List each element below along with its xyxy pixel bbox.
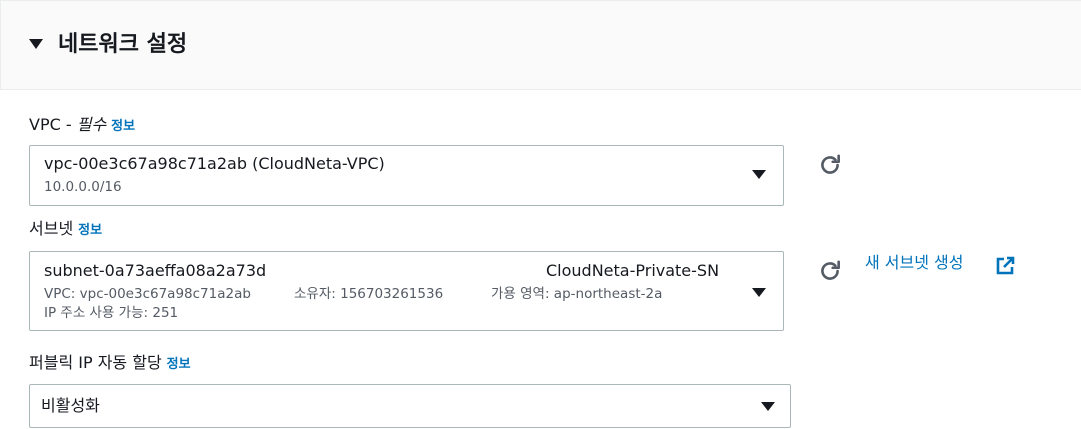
subnet-refresh-icon[interactable]	[817, 258, 843, 284]
section-title: 네트워크 설정	[58, 32, 188, 57]
vpc-select[interactable]: vpc-00e3c67a98c71a2ab (CloudNeta-VPC) 10…	[29, 145, 784, 206]
public-ip-label: 퍼블릭 IP 자동 할당 정보	[29, 353, 191, 375]
public-ip-select[interactable]: 비활성화	[29, 384, 791, 428]
section-header[interactable]: 네트워크 설정	[0, 0, 1081, 90]
external-link-icon[interactable]	[995, 256, 1015, 276]
subnet-vpc-detail: VPC: vpc-00e3c67a98c71a2ab	[44, 286, 251, 302]
subnet-az-detail: 가용 영역: ap-northeast-2a	[491, 286, 663, 302]
subnet-selected-id: subnet-0a73aeffa08a2a73d	[44, 261, 267, 280]
vpc-required-text: 필수	[76, 115, 107, 134]
vpc-selected-value: vpc-00e3c67a98c71a2ab (CloudNeta-VPC)	[44, 154, 385, 173]
vpc-label-text: VPC -	[29, 115, 77, 134]
subnet-ip-detail: IP 주소 사용 가능: 251	[44, 305, 179, 321]
subnet-owner-detail: 소유자: 156703261536	[294, 286, 444, 302]
subnet-label-text: 서브넷	[29, 219, 74, 238]
public-ip-info-link[interactable]: 정보	[167, 357, 191, 372]
vpc-label: VPC - 필수 정보	[29, 115, 135, 137]
public-ip-label-text: 퍼블릭 IP 자동 할당	[29, 353, 162, 372]
subnet-select[interactable]: subnet-0a73aeffa08a2a73d CloudNeta-Priva…	[29, 251, 784, 331]
subnet-label: 서브넷 정보	[29, 219, 102, 241]
caret-down-icon[interactable]	[29, 39, 43, 49]
public-ip-selected-value: 비활성화	[41, 396, 100, 415]
vpc-cidr: 10.0.0.0/16	[44, 179, 122, 195]
vpc-refresh-icon[interactable]	[817, 152, 843, 178]
create-subnet-link[interactable]: 새 서브넷 생성	[865, 252, 964, 274]
subnet-info-link[interactable]: 정보	[78, 223, 102, 238]
caret-down-icon	[761, 402, 775, 411]
caret-down-icon	[752, 170, 766, 179]
vpc-info-link[interactable]: 정보	[111, 119, 135, 134]
caret-down-icon	[752, 288, 766, 297]
subnet-selected-name: CloudNeta-Private-SN	[546, 261, 720, 280]
